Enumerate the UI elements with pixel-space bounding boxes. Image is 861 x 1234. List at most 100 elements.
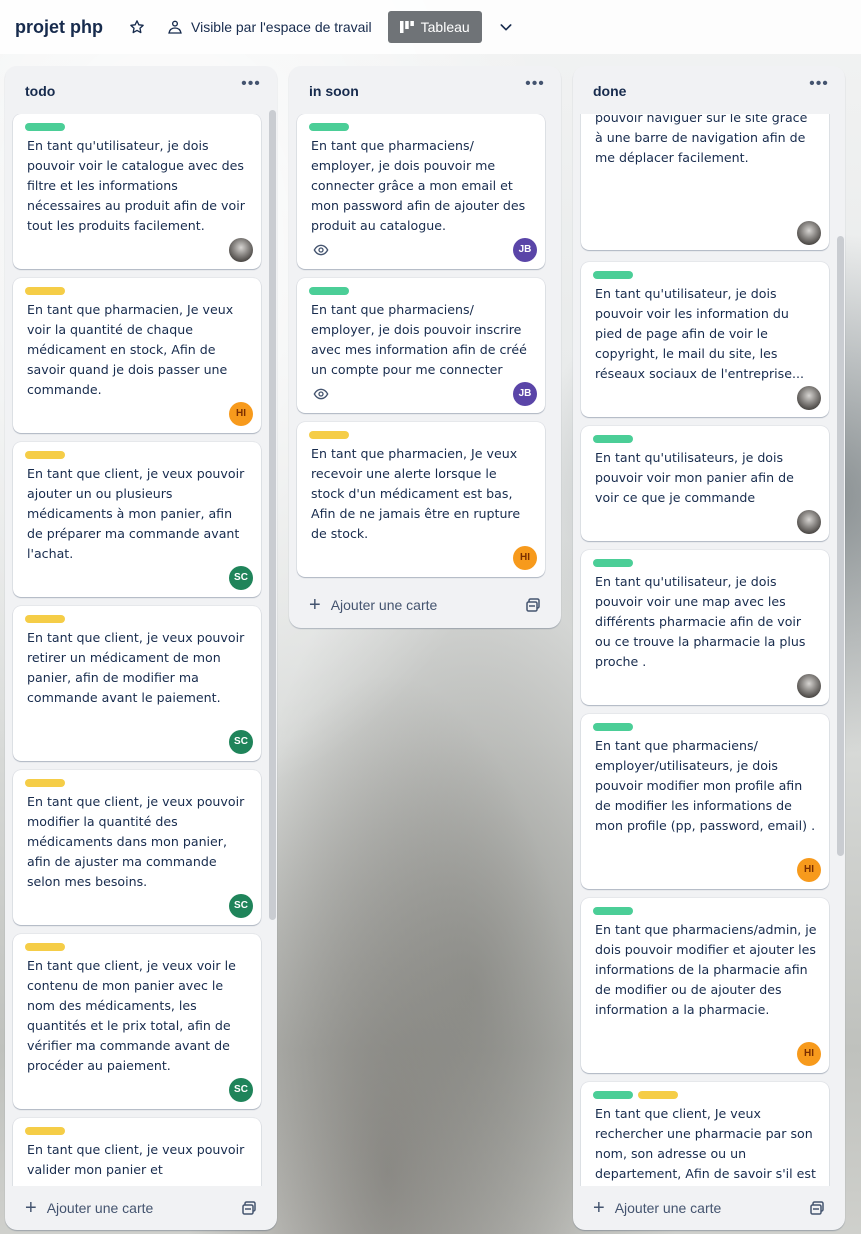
member-avatar[interactable]: JB: [513, 238, 537, 262]
card-title: En tant qu'utilisateur, je dois pouvoir …: [595, 286, 804, 381]
card-template-icon[interactable]: [525, 597, 541, 613]
card[interactable]: En tant que pharmaciens/ employer, je do…: [297, 114, 545, 269]
label-yellow[interactable]: [25, 779, 65, 787]
card-title: En tant que pharmaciens/admin, je dois p…: [595, 922, 817, 1017]
list-in-soon: in soon ••• En tant que pharmaciens/ emp…: [289, 66, 561, 628]
label-green[interactable]: [593, 723, 633, 731]
list-header: todo •••: [5, 66, 277, 114]
card-labels: [593, 559, 633, 567]
list-menu-button[interactable]: •••: [807, 76, 831, 96]
list-menu-button[interactable]: •••: [239, 76, 263, 96]
star-button[interactable]: [121, 11, 153, 43]
label-yellow[interactable]: [25, 451, 65, 459]
card[interactable]: pouvoir naviguer sur le site grâce à une…: [581, 114, 829, 250]
card-title: En tant que pharmaciens/ employer, je do…: [311, 138, 526, 233]
label-yellow[interactable]: [638, 1091, 678, 1099]
card-labels: [593, 723, 633, 731]
label-green[interactable]: [25, 123, 65, 131]
card[interactable]: En tant que pharmacien, Je veux voir la …: [13, 278, 261, 433]
label-green[interactable]: [309, 123, 349, 131]
list-title[interactable]: todo: [25, 83, 55, 99]
label-green[interactable]: [593, 1091, 633, 1099]
card-labels: [25, 287, 65, 295]
add-card-button[interactable]: + Ajouter une carte: [297, 589, 545, 621]
label-yellow[interactable]: [309, 431, 349, 439]
member-avatar[interactable]: SC: [229, 1078, 253, 1102]
label-yellow[interactable]: [25, 943, 65, 951]
member-avatar[interactable]: [797, 386, 821, 410]
card[interactable]: En tant que client, je veux pouvoir vali…: [13, 1118, 261, 1186]
board-title[interactable]: projet php: [15, 17, 103, 38]
card-title: En tant qu'utilisateur, je dois pouvoir …: [27, 138, 245, 233]
card[interactable]: En tant que pharmacien, Je veux recevoir…: [297, 422, 545, 577]
card-labels: [25, 779, 65, 787]
card-labels: [593, 1091, 678, 1099]
card-title: En tant qu'utilisateurs, je dois pouvoir…: [595, 450, 794, 505]
member-avatar[interactable]: [797, 221, 821, 245]
member-avatar[interactable]: [797, 510, 821, 534]
list-title[interactable]: done: [593, 83, 626, 99]
card[interactable]: En tant qu'utilisateur, je dois pouvoir …: [581, 262, 829, 417]
visibility-button[interactable]: Visible par l'espace de travail: [159, 11, 380, 43]
plus-icon: +: [309, 594, 321, 616]
member-avatar[interactable]: SC: [229, 730, 253, 754]
label-green[interactable]: [309, 287, 349, 295]
board-view-icon: [399, 21, 414, 33]
label-yellow[interactable]: [25, 287, 65, 295]
add-card-label: Ajouter une carte: [330, 597, 438, 613]
member-avatar[interactable]: SC: [229, 566, 253, 590]
card[interactable]: En tant que client, je veux pouvoir modi…: [13, 770, 261, 925]
card-title: En tant que client, je veux pouvoir reti…: [27, 630, 245, 705]
card-template-icon[interactable]: [809, 1200, 825, 1216]
card[interactable]: En tant que pharmaciens/ employer, je do…: [297, 278, 545, 413]
list-title[interactable]: in soon: [309, 83, 359, 99]
card-labels: [25, 943, 65, 951]
add-card-button[interactable]: + Ajouter une carte: [13, 1192, 261, 1224]
member-avatar[interactable]: HI: [229, 402, 253, 426]
card[interactable]: En tant que pharmaciens/ employer/utilis…: [581, 714, 829, 889]
card-title: En tant que pharmaciens/ employer/utilis…: [595, 738, 816, 833]
card-labels: [25, 615, 65, 623]
label-green[interactable]: [593, 271, 633, 279]
label-yellow[interactable]: [25, 615, 65, 623]
card-title: En tant que client, je veux voir le cont…: [27, 958, 236, 1073]
card[interactable]: En tant qu'utilisateur, je dois pouvoir …: [13, 114, 261, 269]
card-labels: [309, 287, 349, 295]
card[interactable]: En tant qu'utilisateurs, je dois pouvoir…: [581, 426, 829, 541]
card-title: En tant que pharmacien, Je veux voir la …: [27, 302, 234, 397]
label-green[interactable]: [593, 435, 633, 443]
member-avatar[interactable]: HI: [513, 546, 537, 570]
card-title: En tant que pharmaciens/ employer, je do…: [311, 302, 527, 377]
star-icon: [130, 20, 144, 34]
card[interactable]: En tant que client, je veux pouvoir ajou…: [13, 442, 261, 597]
label-green[interactable]: [593, 907, 633, 915]
card[interactable]: En tant que client, je veux voir le cont…: [13, 934, 261, 1109]
list-menu-button[interactable]: •••: [523, 76, 547, 96]
member-avatar[interactable]: [229, 238, 253, 262]
label-green[interactable]: [593, 559, 633, 567]
member-avatar[interactable]: JB: [513, 382, 537, 406]
member-avatar[interactable]: HI: [797, 858, 821, 882]
card[interactable]: En tant que client, Je veux rechercher u…: [581, 1082, 829, 1186]
card-labels: [593, 907, 633, 915]
member-avatar[interactable]: HI: [797, 1042, 821, 1066]
card[interactable]: En tant qu'utilisateur, je dois pouvoir …: [581, 550, 829, 705]
list-cards: En tant qu'utilisateur, je dois pouvoir …: [5, 114, 277, 1186]
plus-icon: +: [593, 1197, 605, 1219]
card-title: En tant que client, je veux pouvoir ajou…: [27, 466, 245, 561]
eye-icon: [313, 388, 329, 400]
card[interactable]: En tant que client, je veux pouvoir reti…: [13, 606, 261, 761]
card-template-icon[interactable]: [241, 1200, 257, 1216]
board-view-button[interactable]: Tableau: [387, 11, 482, 43]
label-yellow[interactable]: [25, 1127, 65, 1135]
member-avatar[interactable]: SC: [229, 894, 253, 918]
card-labels: [593, 435, 633, 443]
list-header: done •••: [573, 66, 845, 114]
card-labels: [25, 1127, 65, 1135]
list-header: in soon •••: [289, 66, 561, 114]
card-title: En tant que client, je veux pouvoir vali…: [27, 1142, 245, 1177]
card[interactable]: En tant que pharmaciens/admin, je dois p…: [581, 898, 829, 1073]
view-switcher-button[interactable]: [490, 11, 522, 43]
member-avatar[interactable]: [797, 674, 821, 698]
add-card-button[interactable]: + Ajouter une carte: [581, 1192, 829, 1224]
